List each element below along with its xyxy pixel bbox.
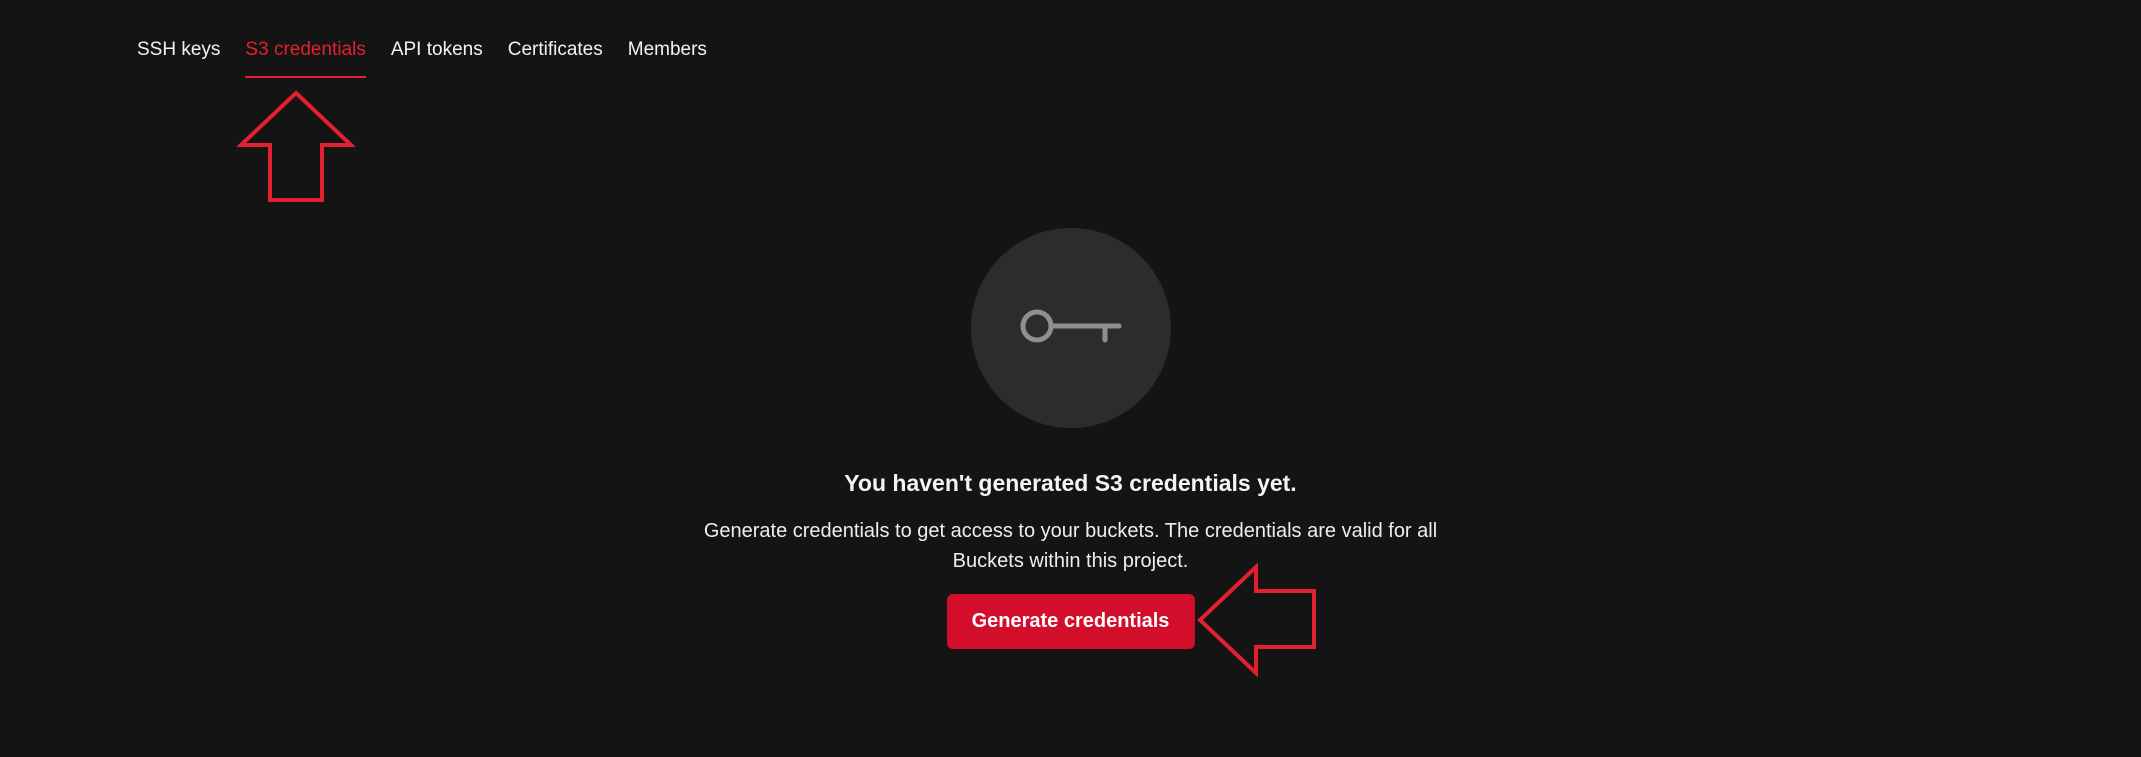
empty-state: You haven't generated S3 credentials yet…	[0, 228, 2141, 649]
key-icon	[1020, 309, 1121, 343]
tab-bar: SSH keys S3 credentials API tokens Certi…	[137, 38, 732, 78]
tab-api-tokens[interactable]: API tokens	[391, 38, 483, 78]
generate-credentials-button[interactable]: Generate credentials	[946, 594, 1195, 649]
tab-ssh-keys[interactable]: SSH keys	[137, 38, 220, 78]
tab-s3-credentials[interactable]: S3 credentials	[245, 38, 367, 78]
key-icon-circle	[970, 228, 1171, 428]
empty-state-title: You haven't generated S3 credentials yet…	[844, 470, 1297, 496]
empty-state-description: Generate credentials to get access to yo…	[703, 520, 1438, 572]
tab-certificates[interactable]: Certificates	[508, 38, 603, 78]
tab-members[interactable]: Members	[628, 38, 707, 78]
annotation-arrow-up-icon	[237, 90, 355, 202]
annotation-arrow-left-icon	[1197, 563, 1316, 677]
